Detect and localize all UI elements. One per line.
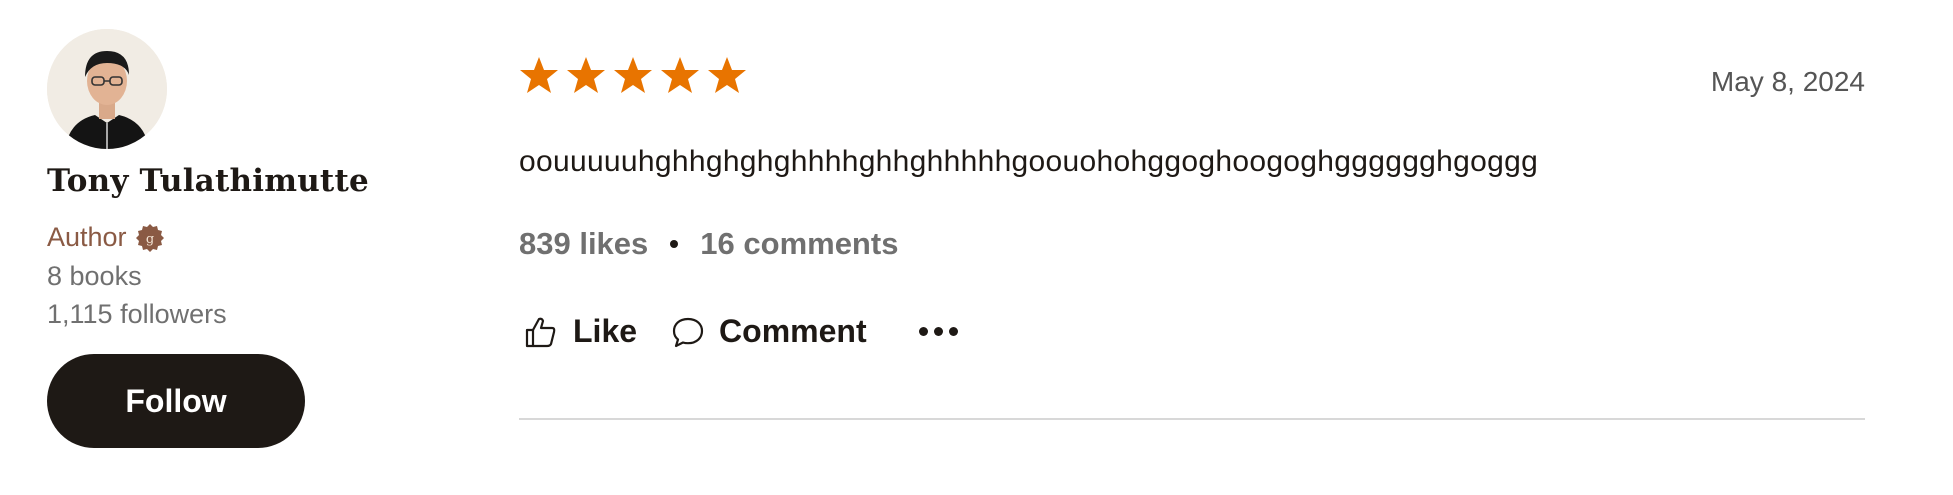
star-icon [661, 57, 699, 93]
like-label: Like [573, 313, 638, 349]
star-icon [614, 57, 652, 93]
author-role: Author [47, 222, 127, 252]
comments-count[interactable]: 16 comments [700, 226, 898, 262]
more-icon [918, 327, 958, 336]
review-text: oouuuuuhghhghghghhhhghhghhhhhgoouohohggo… [519, 145, 1539, 178]
author-role-row: Author g [47, 222, 165, 253]
star-icon [567, 57, 605, 93]
likes-count[interactable]: 839 likes [519, 226, 648, 262]
review-actions: Like Comment [523, 313, 958, 350]
avatar-image [47, 29, 167, 149]
review-stats: 839 likes 16 comments [519, 226, 898, 262]
like-button[interactable]: Like [523, 313, 637, 350]
more-options-button[interactable] [918, 314, 958, 350]
author-badge-icon: g [135, 223, 164, 252]
star-icon [520, 57, 558, 93]
comment-bubble-icon [672, 317, 704, 347]
divider [519, 418, 1865, 420]
star-icon [708, 57, 746, 93]
rating-stars [519, 56, 747, 96]
author-avatar[interactable] [47, 29, 167, 149]
author-books-count: 8 books [47, 261, 142, 291]
follow-button[interactable]: Follow [47, 354, 305, 448]
comment-label: Comment [719, 313, 867, 349]
svg-text:g: g [145, 232, 153, 247]
author-name[interactable]: Tony Tulathimutte [47, 163, 369, 199]
review-date[interactable]: May 8, 2024 [1711, 66, 1865, 98]
thumbs-up-icon [525, 317, 556, 347]
author-followers-count: 1,115 followers [47, 299, 227, 329]
comment-button[interactable]: Comment [671, 313, 867, 350]
separator-dot [670, 240, 679, 248]
